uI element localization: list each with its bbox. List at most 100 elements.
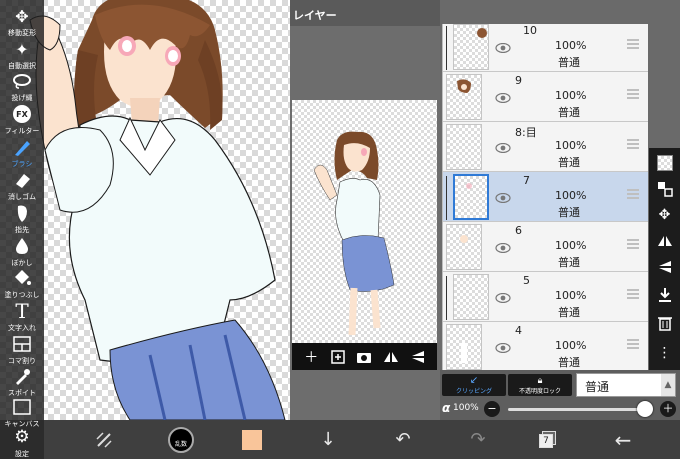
eraser-icon — [11, 169, 33, 191]
drag-handle-icon[interactable] — [627, 239, 639, 249]
eye-icon[interactable] — [495, 238, 511, 254]
clipping-label: クリッピング — [455, 388, 492, 395]
opacity-decrease-button[interactable]: − — [484, 401, 500, 417]
layer-opacity: 100% — [555, 239, 587, 252]
layer-row[interactable]: 10 100% 普通 — [443, 24, 648, 72]
ibis-paint-app: ✥ 移動変形 ✦ 自動選択 投げ縄 FX フィルター ブラシ 消しゴム 指先 ぼ… — [0, 0, 680, 459]
bucket-fill-icon — [11, 267, 33, 289]
layer-row[interactable]: 4 100% 普通 — [443, 322, 648, 370]
flip-horizontal-icon[interactable] — [649, 228, 680, 254]
canvas-preview[interactable] — [292, 100, 437, 343]
opacity-value: 100% — [453, 403, 479, 413]
layer-thumbnail — [453, 274, 489, 320]
camera-icon[interactable] — [354, 347, 374, 367]
brush-size-button[interactable]: 乱数 — [164, 420, 198, 459]
layer-number: 7 — [523, 174, 530, 187]
move-layer-icon[interactable]: ✥ — [649, 202, 680, 228]
layer-opacity: 100% — [555, 289, 587, 302]
brush-size-label: 乱数 — [174, 441, 187, 448]
eye-icon[interactable] — [495, 338, 511, 354]
blend-mode-value: 普通 — [585, 380, 610, 394]
blend-mode-select[interactable]: 普通 ▲ — [576, 373, 676, 397]
drag-handle-icon[interactable] — [627, 89, 639, 99]
eye-icon[interactable] — [495, 88, 511, 104]
layer-row[interactable]: 8:目 100% 普通 — [443, 122, 648, 172]
bottom-toolbar: 乱数 ↓ ↶ ↷ 7 ← — [44, 420, 680, 459]
drag-handle-icon[interactable] — [627, 39, 639, 49]
layer-number: 6 — [515, 224, 522, 237]
tool-settings[interactable]: ⚙ 設定 — [0, 423, 44, 459]
layer-thumbnail — [453, 24, 489, 70]
filter-fx-icon: FX — [11, 103, 33, 125]
layer-blend-mode: 普通 — [558, 356, 580, 369]
opacity-increase-button[interactable]: ＋ — [660, 401, 676, 417]
layer-opacity: 100% — [555, 39, 587, 52]
foreground-color-swatch[interactable] — [240, 420, 264, 459]
add-layer-icon[interactable]: ＋ — [301, 347, 321, 367]
layer-opacity: 100% — [555, 89, 587, 102]
layer-row-selected[interactable]: 7 100% 普通 — [443, 172, 648, 222]
layer-number: 8:目 — [515, 126, 537, 139]
alpha-lock-label: 不透明度ロック — [518, 387, 561, 395]
lasso-icon — [11, 70, 33, 92]
trash-icon[interactable] — [649, 310, 680, 336]
eye-icon[interactable] — [495, 288, 511, 304]
clipping-arrow-icon: ↙ — [469, 375, 479, 386]
layer-list[interactable]: 10 100% 普通 9 100% 普通 8:目 100% 普通 7 100% … — [442, 24, 648, 370]
opacity-slider-knob[interactable] — [637, 401, 653, 417]
layer-number: 4 — [515, 324, 522, 337]
layer-controls: ↙ クリッピング 🔒︎ 不透明度ロック 普通 ▲ α 100% − ＋ — [440, 370, 680, 420]
layer-row[interactable]: 5 100% 普通 — [443, 272, 648, 322]
layer-number: 5 — [523, 274, 530, 287]
layer-row[interactable]: 9 100% 普通 — [443, 72, 648, 122]
eyedropper-icon — [11, 365, 33, 387]
text-tool-icon: T — [15, 299, 29, 323]
layer-number: 10 — [523, 24, 537, 37]
gear-icon: ⚙ — [14, 427, 30, 447]
drag-handle-icon[interactable] — [627, 289, 639, 299]
flip-vertical-icon[interactable] — [649, 254, 680, 280]
brush-stabilizer-icon[interactable] — [88, 420, 120, 459]
merge-down-icon[interactable] — [649, 282, 680, 308]
layer-count: 7 — [539, 433, 553, 448]
opacity-slider[interactable] — [508, 408, 648, 411]
layer-opacity: 100% — [555, 189, 587, 202]
layer-opacity: 100% — [555, 139, 587, 152]
tool-sidebar: ✥ 移動変形 ✦ 自動選択 投げ縄 FX フィルター ブラシ 消しゴム 指先 ぼ… — [0, 0, 44, 459]
eye-icon[interactable] — [495, 138, 511, 154]
layer-thumbnail — [446, 324, 482, 370]
clipping-indicator — [446, 26, 452, 70]
redo-icon[interactable]: ↷ — [464, 420, 492, 459]
alpha-symbol: α — [442, 401, 451, 415]
layer-blend-mode: 普通 — [558, 306, 580, 319]
drag-handle-icon[interactable] — [627, 189, 639, 199]
layer-copy-icon[interactable] — [649, 176, 680, 202]
opacity-row: α 100% − ＋ — [440, 400, 680, 418]
alpha-lock-button[interactable]: 🔒︎ 不透明度ロック — [508, 374, 572, 396]
add-special-layer-icon[interactable] — [328, 347, 348, 367]
brush-icon — [11, 136, 33, 158]
layer-panel-title: レイヤー — [290, 0, 440, 26]
flip-horizontal-icon[interactable] — [381, 347, 401, 367]
undo-icon[interactable]: ↶ — [389, 420, 417, 459]
down-arrow-icon[interactable]: ↓ — [314, 420, 342, 459]
preview-toolbar: ＋ — [292, 343, 437, 370]
layer-thumbnail — [446, 74, 482, 120]
flip-vertical-icon[interactable] — [408, 347, 428, 367]
layer-row[interactable]: 6 100% 普通 — [443, 222, 648, 272]
tool-label: 設定 — [15, 450, 29, 458]
back-arrow-icon[interactable]: ← — [609, 420, 637, 459]
clipping-button[interactable]: ↙ クリッピング — [442, 374, 506, 396]
drag-handle-icon[interactable] — [627, 139, 639, 149]
layers-button[interactable]: 7 — [534, 420, 562, 459]
eye-icon[interactable] — [495, 38, 511, 54]
more-options-icon[interactable]: ⋮ — [649, 340, 680, 366]
eye-icon[interactable] — [495, 188, 511, 204]
layer-thumbnail — [446, 224, 482, 270]
layer-thumbnail — [446, 124, 482, 170]
transparent-layer-icon[interactable] — [649, 150, 680, 176]
clipping-indicator — [446, 176, 452, 220]
drag-handle-icon[interactable] — [627, 339, 639, 349]
dropdown-arrow-icon: ▲ — [661, 374, 675, 396]
preview-artwork — [313, 131, 395, 336]
